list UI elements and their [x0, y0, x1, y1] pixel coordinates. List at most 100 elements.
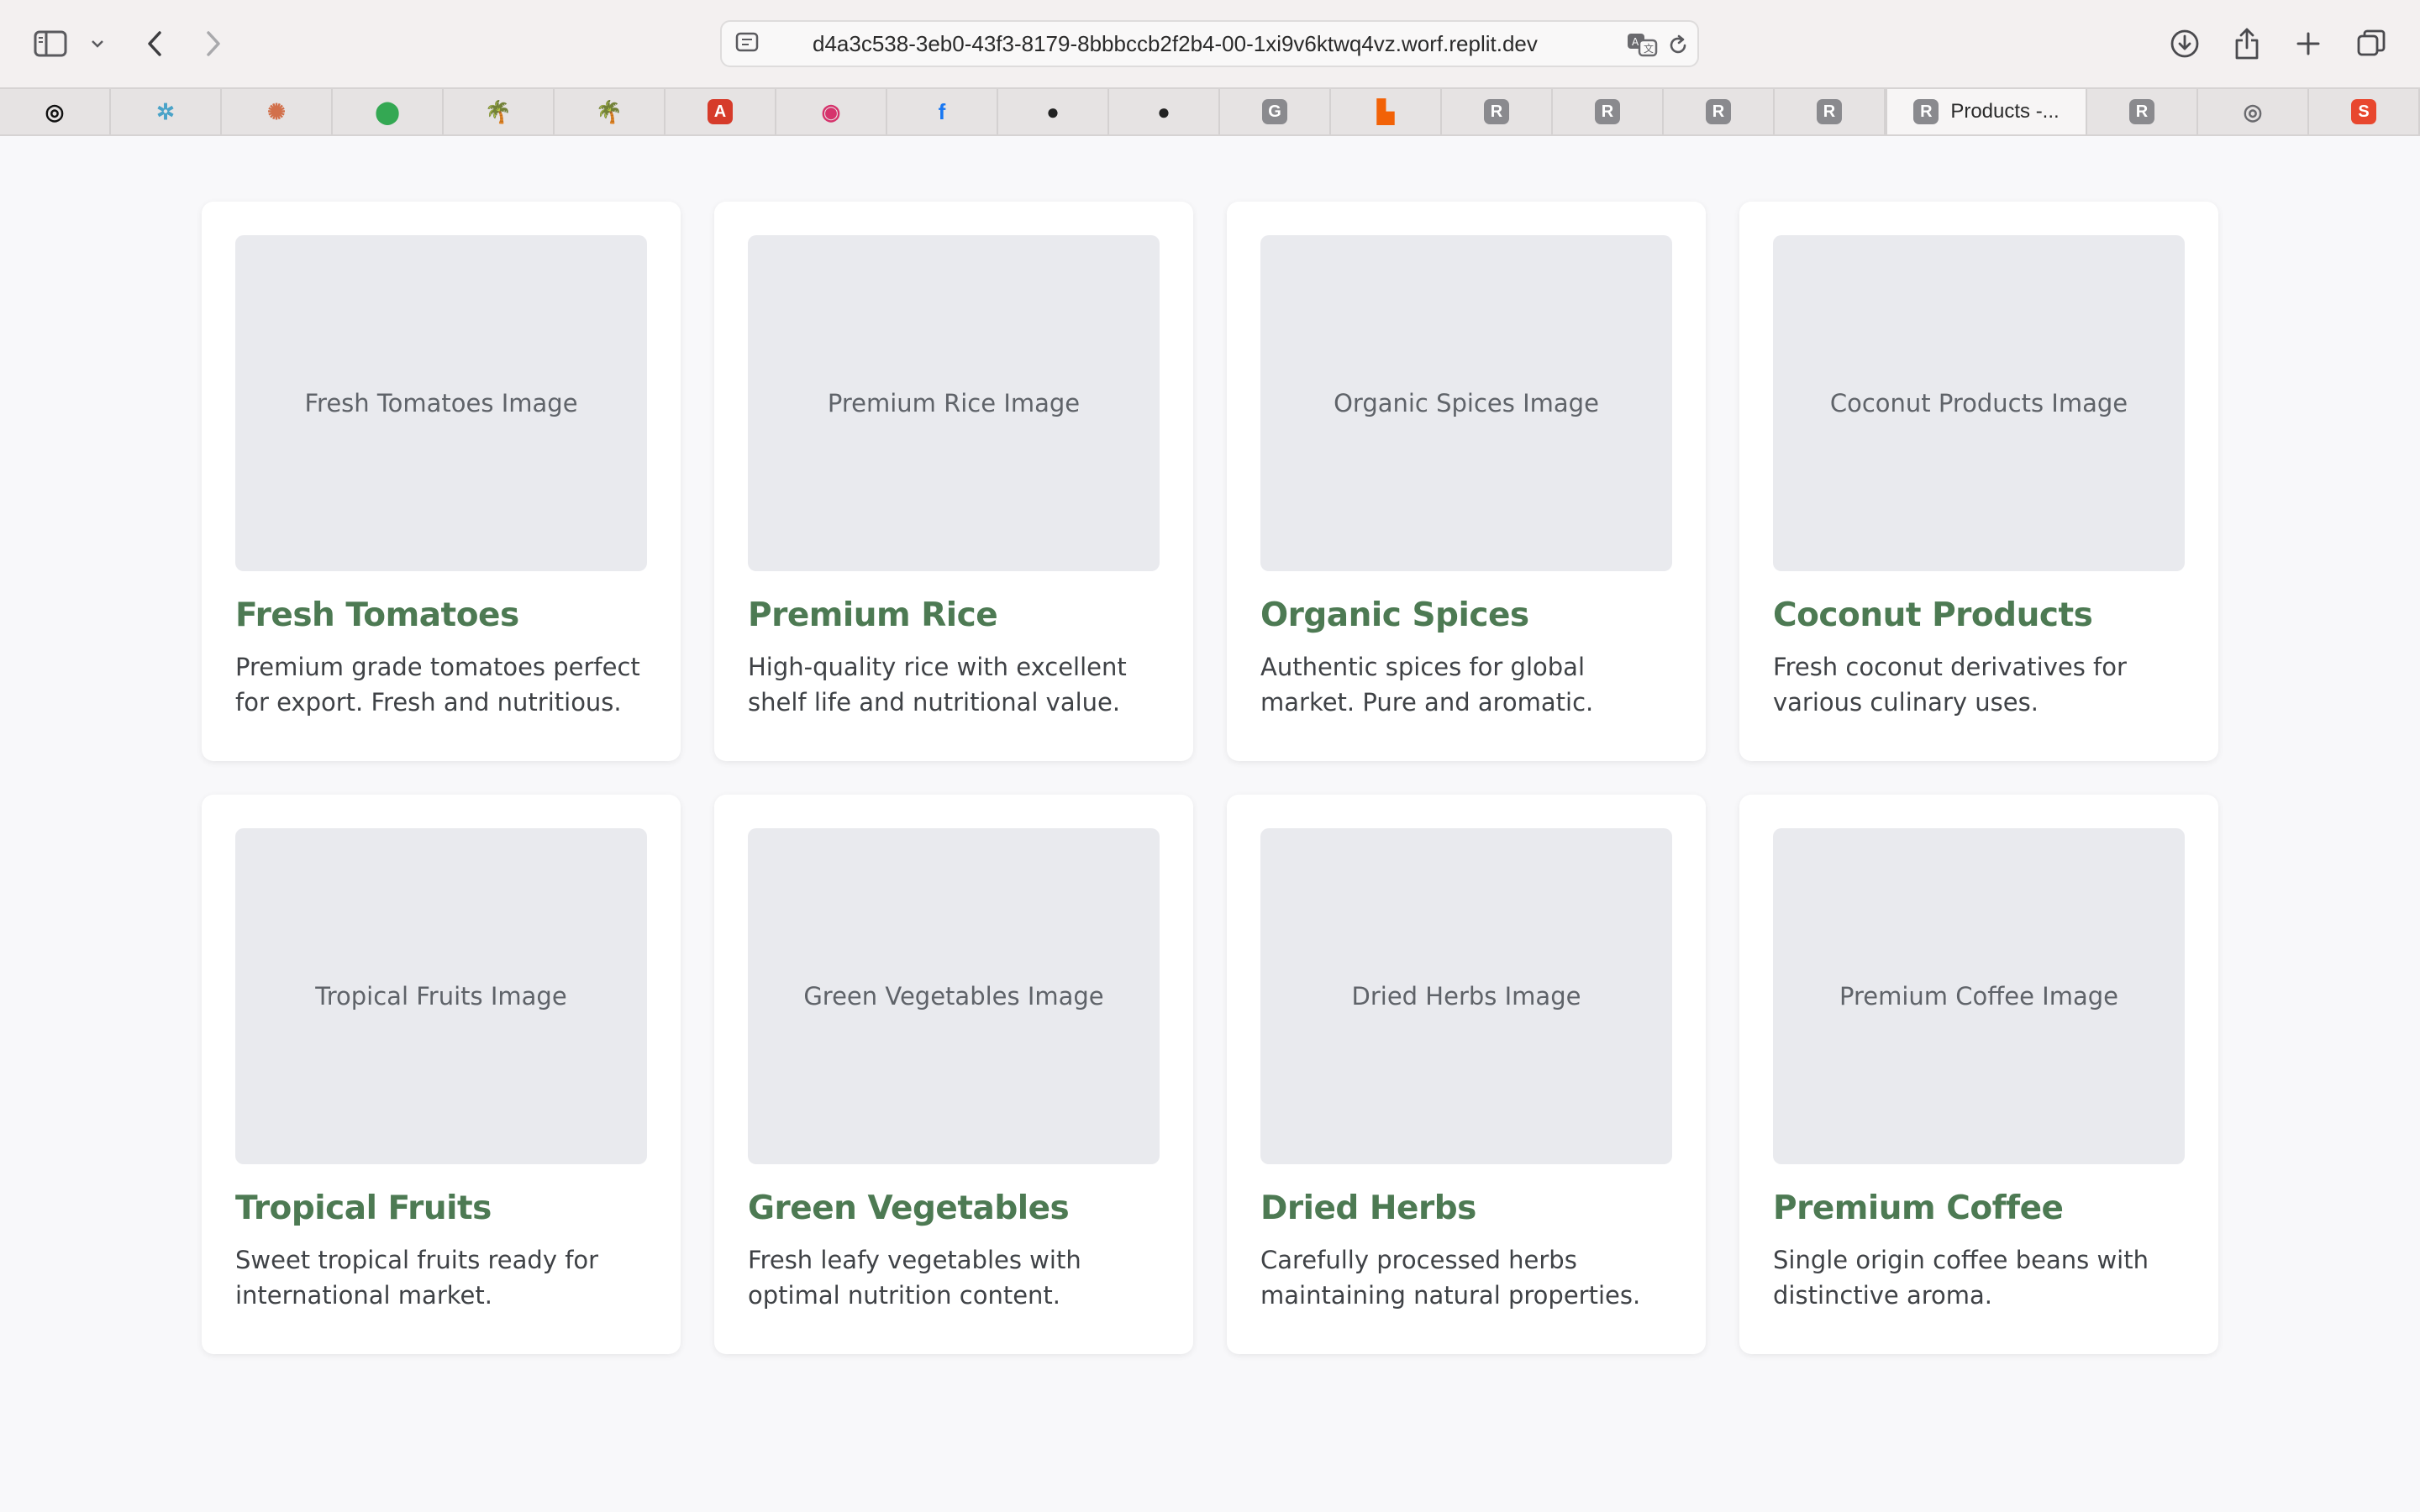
product-image-placeholder: Fresh Tomatoes Image: [235, 235, 647, 571]
back-button[interactable]: [129, 18, 180, 69]
favorite-tab[interactable]: R: [1442, 89, 1553, 134]
product-image-label: Coconut Products Image: [1829, 389, 2128, 417]
new-tab-button[interactable]: [2283, 18, 2333, 69]
replit-logo-icon: ▙: [1377, 98, 1394, 124]
chevron-right-icon: [207, 31, 220, 56]
compass-icon: ◎: [2243, 98, 2263, 124]
reload-icon[interactable]: [1666, 34, 1690, 57]
product-card[interactable]: Organic Spices Image Organic Spices Auth…: [1227, 202, 1706, 761]
g-letter-icon: G: [1262, 99, 1287, 124]
translate-icon[interactable]: A 文: [1626, 32, 1660, 57]
page-content: Fresh Tomatoes Image Fresh Tomatoes Prem…: [0, 136, 2420, 1512]
chevron-left-icon: [148, 31, 161, 56]
perplexity-icon: ✲: [156, 98, 175, 124]
product-card[interactable]: Fresh Tomatoes Image Fresh Tomatoes Prem…: [202, 202, 681, 761]
product-card[interactable]: Tropical Fruits Image Tropical Fruits Sw…: [202, 795, 681, 1354]
google-maps-icon: ⬤: [375, 98, 400, 124]
favorite-tab[interactable]: S: [2309, 89, 2420, 134]
product-image-placeholder: Premium Coffee Image: [1773, 828, 2185, 1164]
product-title: Coconut Products: [1773, 596, 2093, 634]
favorite-tab[interactable]: ✲: [111, 89, 222, 134]
favorite-tab[interactable]: G: [1220, 89, 1331, 134]
product-title: Premium Rice: [748, 596, 998, 634]
product-image-label: Organic Spices Image: [1334, 389, 1599, 417]
favorite-tab[interactable]: R: [1775, 89, 1886, 134]
r-letter-icon: R: [2129, 99, 2154, 124]
browser-toolbar: d4a3c538-3eb0-43f3-8179-8bbbccb2f2b4-00-…: [0, 0, 2420, 87]
product-description: Fresh coconut derivatives for various cu…: [1773, 653, 2127, 717]
product-image-label: Fresh Tomatoes Image: [304, 389, 578, 417]
product-card[interactable]: Premium Coffee Image Premium Coffee Sing…: [1739, 795, 2218, 1354]
favorite-tab[interactable]: R: [1664, 89, 1775, 134]
tab-groups-dropdown-button[interactable]: [74, 18, 121, 69]
favorite-tab[interactable]: ✺: [222, 89, 333, 134]
tab-products-active[interactable]: R Products -...: [1886, 89, 2087, 134]
claude-icon: ✺: [267, 98, 286, 124]
shopping-bag-icon: S: [2351, 99, 2376, 124]
sidebar-toggle-button[interactable]: [25, 18, 76, 69]
product-image-label: Green Vegetables Image: [803, 982, 1104, 1011]
product-description: High-quality rice with excellent shelf l…: [748, 653, 1127, 717]
product-title: Fresh Tomatoes: [235, 596, 519, 634]
product-image-placeholder: Premium Rice Image: [748, 235, 1160, 571]
tab-title: Products -...: [1950, 100, 2060, 123]
favorite-tab[interactable]: R: [1553, 89, 1664, 134]
favorite-tab[interactable]: 🌴: [444, 89, 555, 134]
linux-tux-icon: ●: [1157, 98, 1171, 124]
product-image-placeholder: Dried Herbs Image: [1260, 828, 1672, 1164]
favorite-tab[interactable]: ◎: [0, 89, 111, 134]
product-title: Premium Coffee: [1773, 1189, 2064, 1227]
favorite-tab[interactable]: A: [666, 89, 776, 134]
product-image-placeholder: Organic Spices Image: [1260, 235, 1672, 571]
url-text[interactable]: d4a3c538-3eb0-43f3-8179-8bbbccb2f2b4-00-…: [813, 22, 1538, 66]
product-image-label: Premium Coffee Image: [1839, 982, 2118, 1011]
favorite-tab[interactable]: ⬤: [333, 89, 444, 134]
r-letter-icon: R: [1706, 99, 1731, 124]
favorite-tab[interactable]: ◎: [2198, 89, 2309, 134]
product-card[interactable]: Green Vegetables Image Green Vegetables …: [714, 795, 1193, 1354]
product-title: Dried Herbs: [1260, 1189, 1476, 1227]
product-title: Organic Spices: [1260, 596, 1529, 634]
download-icon: [2170, 29, 2199, 58]
favorite-tab[interactable]: ◉: [776, 89, 887, 134]
svg-text:A: A: [1632, 36, 1639, 48]
favorite-tab[interactable]: ▙: [1331, 89, 1442, 134]
product-description: Carefully processed herbs maintaining na…: [1260, 1246, 1641, 1310]
product-card[interactable]: Dried Herbs Image Dried Herbs Carefully …: [1227, 795, 1706, 1354]
sidebar-icon: [34, 30, 67, 57]
product-description: Single origin coffee beans with distinct…: [1773, 1246, 2149, 1310]
product-image-label: Premium Rice Image: [827, 389, 1081, 417]
palm-tree-icon: 🌴: [484, 98, 513, 124]
product-image-label: Dried Herbs Image: [1351, 982, 1581, 1011]
chevron-down-icon: [92, 40, 103, 48]
svg-text:文: 文: [1644, 42, 1654, 55]
product-card[interactable]: Premium Rice Image Premium Rice High-qua…: [714, 202, 1193, 761]
r-letter-icon: R: [1595, 99, 1620, 124]
address-bar[interactable]: d4a3c538-3eb0-43f3-8179-8bbbccb2f2b4-00-…: [720, 20, 1699, 67]
r-letter-icon: R: [1913, 99, 1939, 124]
product-image-placeholder: Tropical Fruits Image: [235, 828, 647, 1164]
instagram-icon: ◉: [821, 98, 841, 124]
forward-button[interactable]: [188, 18, 239, 69]
favorite-tab[interactable]: ●: [1109, 89, 1220, 134]
favorite-tab[interactable]: ●: [998, 89, 1109, 134]
favorite-tab[interactable]: f: [887, 89, 998, 134]
product-description: Sweet tropical fruits ready for internat…: [235, 1246, 599, 1310]
share-icon: [2235, 28, 2259, 60]
downloads-button[interactable]: [2160, 18, 2210, 69]
tab-overview-icon: [2357, 29, 2386, 56]
favorite-tab[interactable]: 🌴: [555, 89, 666, 134]
product-image-placeholder: Green Vegetables Image: [748, 828, 1160, 1164]
tab-overview-button[interactable]: [2346, 18, 2396, 69]
favorite-tab[interactable]: R: [2087, 89, 2198, 134]
product-description: Fresh leafy vegetables with optimal nutr…: [748, 1246, 1081, 1310]
r-letter-icon: R: [1484, 99, 1509, 124]
linux-tux-icon: ●: [1046, 98, 1060, 124]
product-card[interactable]: Coconut Products Image Coconut Products …: [1739, 202, 2218, 761]
product-description: Authentic spices for global market. Pure…: [1260, 653, 1594, 717]
plus-icon: [2296, 32, 2320, 55]
share-button[interactable]: [2222, 18, 2272, 69]
product-description: Premium grade tomatoes perfect for expor…: [235, 653, 640, 717]
palm-tree-icon: 🌴: [595, 98, 623, 124]
product-title: Tropical Fruits: [235, 1189, 492, 1227]
